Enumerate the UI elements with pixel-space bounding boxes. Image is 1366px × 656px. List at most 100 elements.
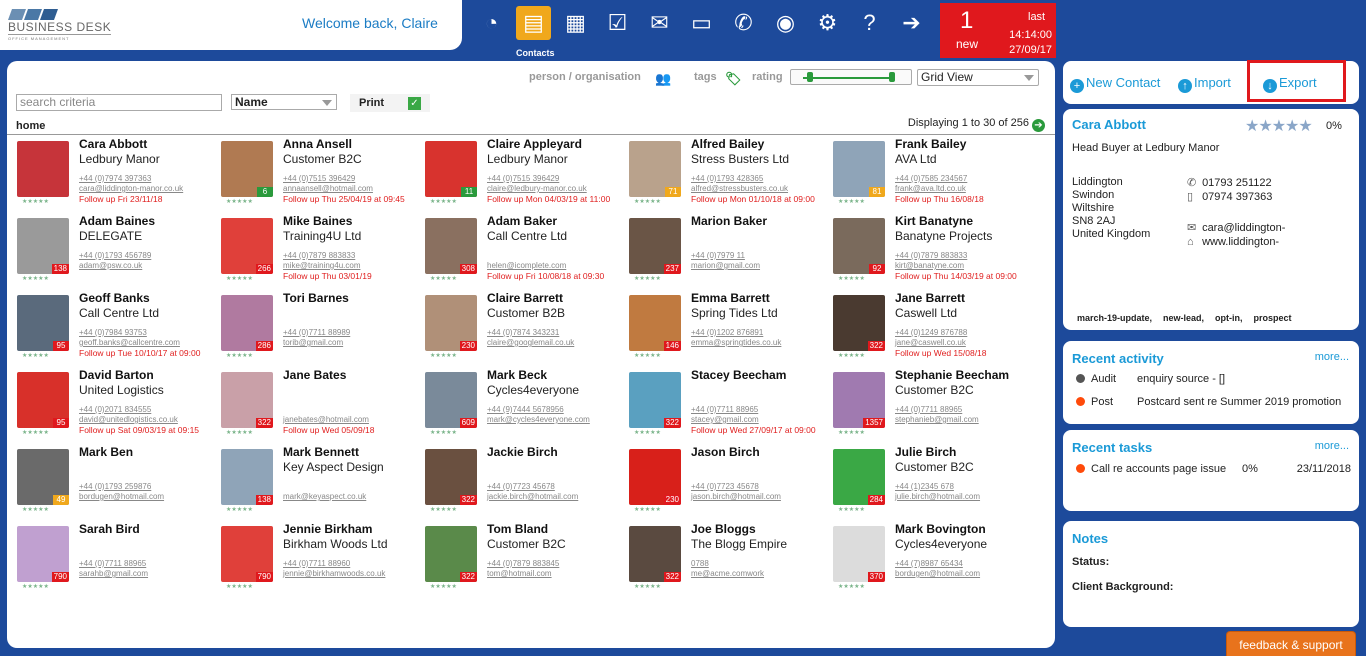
contact-card[interactable]: 71 ★★★★★ Alfred Bailey Stress Busters Ltd +4… bbox=[624, 136, 828, 213]
rating-stars[interactable]: ★★★★★ bbox=[838, 198, 865, 205]
contact-photo[interactable]: 146 bbox=[629, 295, 681, 351]
contact-name[interactable]: Joe Bloggs bbox=[691, 522, 756, 536]
rating-stars[interactable]: ★★★★★ bbox=[226, 429, 253, 436]
rating-min-handle[interactable] bbox=[807, 72, 813, 82]
contact-name[interactable]: Tom Bland bbox=[487, 522, 548, 536]
contact-photo[interactable]: 609 bbox=[425, 372, 477, 428]
feedback-support-button[interactable]: feedback & support bbox=[1226, 631, 1356, 656]
contact-card[interactable]: 138 ★★★★★ Adam Baines DELEGATE +44 (0)1793 4… bbox=[12, 213, 216, 290]
contact-card[interactable]: 322 ★★★★★ Jane Bates janebates@hotmail.com F… bbox=[216, 367, 420, 444]
rating-stars[interactable]: ★★★★★ bbox=[430, 506, 457, 513]
contact-card[interactable]: 308 ★★★★★ Adam Baker Call Centre Ltd helen@i… bbox=[420, 213, 624, 290]
contact-photo[interactable]: 370 bbox=[833, 526, 885, 582]
rating-stars[interactable]: ★★★★★ bbox=[22, 275, 49, 282]
contact-email[interactable]: julie.birch@hotmail.com bbox=[895, 492, 980, 501]
activity-row[interactable]: Audit enquiry source - [] bbox=[1076, 373, 1225, 385]
rating-stars[interactable]: ★★★★★ bbox=[22, 198, 49, 205]
folder-icon[interactable]: ▭ bbox=[684, 6, 719, 40]
rating-stars[interactable]: ★★★★★ bbox=[22, 506, 49, 513]
contact-name[interactable]: Adam Baker bbox=[487, 214, 557, 228]
search-input[interactable]: search criteria bbox=[16, 94, 222, 111]
print-checkbox[interactable]: ✓ bbox=[408, 97, 421, 110]
rating-slider[interactable] bbox=[790, 69, 912, 85]
contact-name[interactable]: Julie Birch bbox=[895, 445, 956, 459]
contact-photo[interactable]: 322 bbox=[629, 526, 681, 582]
contact-photo[interactable]: 322 bbox=[221, 372, 273, 428]
contact-email[interactable]: alfred@stressbusters.co.uk bbox=[691, 184, 788, 193]
dashboard-icon[interactable]: ◔ bbox=[474, 6, 509, 40]
contact-card[interactable]: 322 ★★★★★ Joe Bloggs The Blogg Empire 0788 me… bbox=[624, 521, 828, 598]
contact-name[interactable]: Jennie Birkham bbox=[283, 522, 372, 536]
contact-email[interactable]: torib@gmail.com bbox=[283, 338, 343, 347]
tag[interactable]: opt-in, bbox=[1215, 313, 1243, 323]
contact-phone[interactable]: +44 (0)1793 259876 bbox=[79, 482, 151, 491]
rating-stars[interactable]: ★★★★★ bbox=[838, 506, 865, 513]
contact-email[interactable]: marion@gmail.com bbox=[691, 261, 760, 270]
contact-phone[interactable]: +44 (0)7723 45678 bbox=[691, 482, 759, 491]
rating-stars[interactable]: ★★★★★ bbox=[634, 275, 661, 282]
contact-card[interactable]: 322 ★★★★★ Jackie Birch +44 (0)7723 45678 jac… bbox=[420, 444, 624, 521]
contact-photo[interactable]: 322 bbox=[425, 449, 477, 505]
contact-name[interactable]: Sarah Bird bbox=[79, 522, 140, 536]
contact-name[interactable]: Jackie Birch bbox=[487, 445, 558, 459]
rating-stars[interactable]: ★★★★★ bbox=[226, 275, 253, 282]
contact-email[interactable]: mark@keyaspect.co.uk bbox=[283, 492, 366, 501]
rating-stars[interactable]: ★★★★★ bbox=[838, 275, 865, 282]
tag[interactable]: prospect bbox=[1254, 313, 1292, 323]
contact-name[interactable]: Mark Ben bbox=[79, 445, 133, 459]
rating-stars[interactable]: ★★★★★ bbox=[634, 506, 661, 513]
contact-card[interactable]: 286 ★★★★★ Tori Barnes +44 (0)7711 88989 tori… bbox=[216, 290, 420, 367]
contact-card[interactable]: 790 ★★★★★ Jennie Birkham Birkham Woods Ltd +… bbox=[216, 521, 420, 598]
contact-name[interactable]: Alfred Bailey bbox=[691, 137, 764, 151]
rating-stars[interactable]: ★★★★★ bbox=[430, 198, 457, 205]
contact-phone[interactable]: +44 (0)7515 396429 bbox=[283, 174, 355, 183]
contact-photo[interactable]: 1357 bbox=[833, 372, 885, 428]
tag[interactable]: new-lead, bbox=[1163, 313, 1204, 323]
contact-email[interactable]: annaansell@hotmail.com bbox=[283, 184, 373, 193]
contact-email[interactable]: janebates@hotmail.com bbox=[283, 415, 369, 424]
contact-phone[interactable]: +44 (0)7711 88960 bbox=[283, 559, 350, 568]
contact-email[interactable]: cara@liddington-manor.co.uk bbox=[79, 184, 183, 193]
contact-email[interactable]: me@acme.comwork bbox=[691, 569, 764, 578]
contact-name[interactable]: Kirt Banatyne bbox=[895, 214, 973, 228]
contact-card[interactable]: 95 ★★★★★ Geoff Banks Call Centre Ltd +44 (0)… bbox=[12, 290, 216, 367]
contact-email[interactable]: claire@ledbury-manor.co.uk bbox=[487, 184, 587, 193]
rating-stars[interactable]: ★★★★★ bbox=[634, 583, 661, 590]
rating-stars[interactable]: ★★★★★ bbox=[226, 583, 253, 590]
contact-email[interactable]: sarahb@gmail.com bbox=[79, 569, 148, 578]
contact-card[interactable]: 49 ★★★★★ Mark Ben +44 (0)1793 259876 borduge… bbox=[12, 444, 216, 521]
rating-stars[interactable]: ★★★★★ bbox=[838, 583, 865, 590]
contact-card[interactable]: 138 ★★★★★ Mark Bennett Key Aspect Design mar… bbox=[216, 444, 420, 521]
sort-select[interactable]: Name bbox=[231, 94, 337, 110]
contact-name[interactable]: Mark Bennett bbox=[283, 445, 359, 459]
contact-card[interactable]: 790 ★★★★★ Sarah Bird +44 (0)7711 88965 sarah… bbox=[12, 521, 216, 598]
contact-name[interactable]: Frank Bailey bbox=[895, 137, 966, 151]
contact-photo[interactable]: 322 bbox=[833, 295, 885, 351]
rating-stars[interactable]: ★★★★★ bbox=[838, 429, 865, 436]
contact-email[interactable]: bordugen@hotmail.com bbox=[79, 492, 164, 501]
rating-stars[interactable]: ★★★★★ bbox=[430, 352, 457, 359]
contact-email[interactable]: mike@training4u.com bbox=[283, 261, 360, 270]
contact-phone[interactable]: 0788 bbox=[691, 559, 709, 568]
contact-card[interactable]: 6 ★★★★★ Anna Ansell Customer B2C +44 (0)7515… bbox=[216, 136, 420, 213]
contact-card[interactable]: 92 ★★★★★ Kirt Banatyne Banatyne Projects +44… bbox=[828, 213, 1032, 290]
rating-stars[interactable]: ★★★★★ bbox=[226, 506, 253, 513]
contact-name[interactable]: Cara Abbott bbox=[1072, 117, 1146, 132]
contact-photo[interactable]: 49 bbox=[17, 449, 69, 505]
next-page-icon[interactable]: ➔ bbox=[1032, 119, 1045, 132]
contact-email[interactable]: david@unitedlogistics.co.uk bbox=[79, 415, 178, 424]
contact-photo[interactable]: 230 bbox=[629, 449, 681, 505]
contact-card[interactable]: 370 ★★★★★ Mark Bovington Cycles4everyone +44… bbox=[828, 521, 1032, 598]
contact-card[interactable]: 266 ★★★★★ Mike Baines Training4U Ltd +44 (0)… bbox=[216, 213, 420, 290]
contact-website[interactable]: www.liddington- bbox=[1202, 236, 1279, 248]
contact-name[interactable]: Cara Abbott bbox=[79, 137, 147, 151]
tasks-icon[interactable]: ☑ bbox=[600, 6, 635, 40]
tag-icon[interactable]: 🏷 bbox=[725, 71, 742, 87]
contact-email[interactable]: stephanieb@gmail.com bbox=[895, 415, 979, 424]
contact-photo[interactable]: 284 bbox=[833, 449, 885, 505]
task-row[interactable]: Call re accounts page issue 0% 23/11/2018 bbox=[1076, 463, 1351, 475]
contact-email[interactable]: claire@googlemail.co.uk bbox=[487, 338, 574, 347]
contact-card[interactable]: 322 ★★★★★ Stacey Beecham +44 (0)7711 88965 s… bbox=[624, 367, 828, 444]
tag[interactable]: march-19-update, bbox=[1077, 313, 1152, 323]
contact-phone[interactable]: +44 (0)7879 883833 bbox=[895, 251, 967, 260]
